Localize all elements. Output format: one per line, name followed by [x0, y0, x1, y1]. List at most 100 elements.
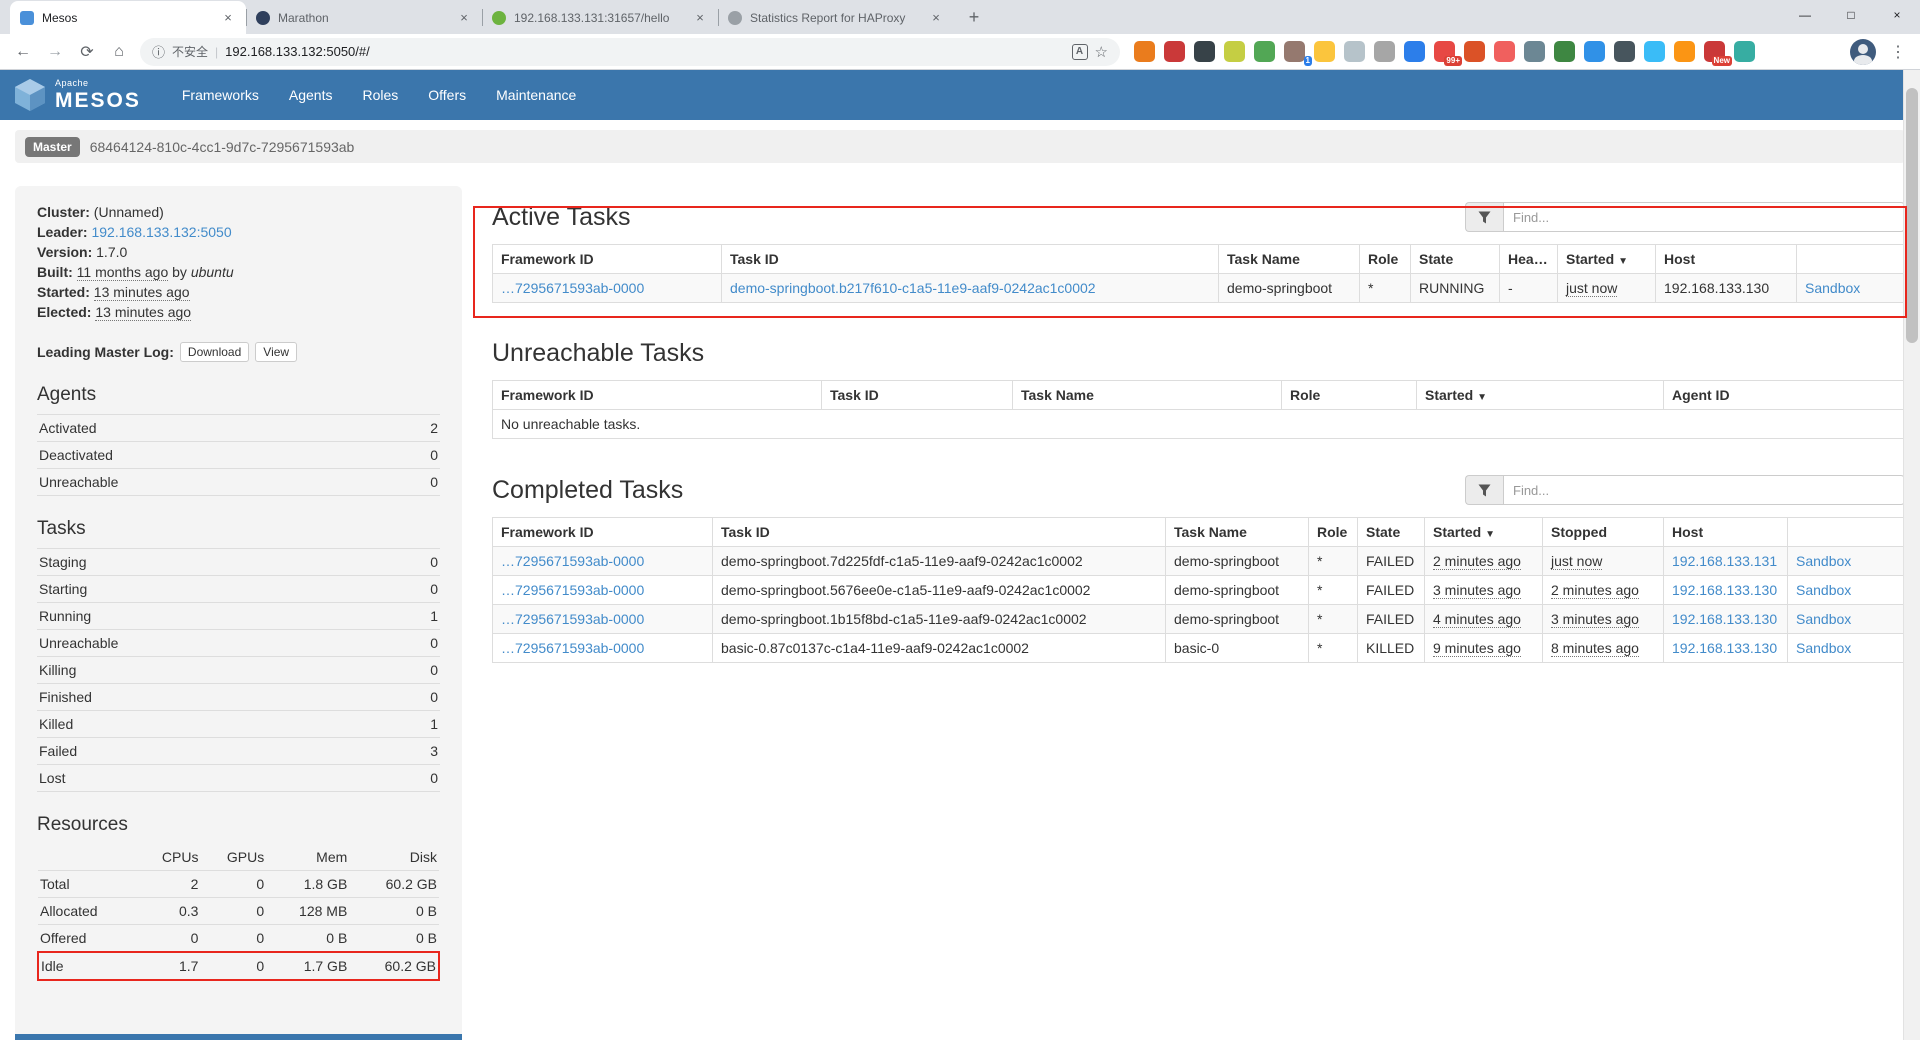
- extension-icon[interactable]: [1644, 41, 1665, 62]
- task-name-cell: demo-springboot: [1166, 605, 1309, 634]
- profile-avatar[interactable]: [1850, 39, 1876, 65]
- sandbox-link[interactable]: Sandbox: [1796, 553, 1851, 569]
- host-link[interactable]: 192.168.133.130: [1672, 582, 1777, 598]
- tab-hello-app[interactable]: 192.168.133.131:31657/hello ×: [482, 1, 718, 34]
- extension-icon[interactable]: [1584, 41, 1605, 62]
- col-started[interactable]: Started ▼: [1558, 245, 1656, 274]
- col-framework-id[interactable]: Framework ID: [493, 518, 713, 547]
- sandbox-link[interactable]: Sandbox: [1796, 640, 1851, 656]
- col-role[interactable]: Role: [1309, 518, 1358, 547]
- address-bar[interactable]: ⓘ 不安全 | 192.168.133.132:5050/#/ A ☆: [140, 38, 1120, 66]
- col-task-name[interactable]: Task Name: [1219, 245, 1360, 274]
- tab-close-icon[interactable]: ×: [692, 10, 708, 26]
- col-started[interactable]: Started ▼: [1425, 518, 1543, 547]
- tab-close-icon[interactable]: ×: [928, 10, 944, 26]
- col-task-id[interactable]: Task ID: [822, 381, 1013, 410]
- nav-item-offers[interactable]: Offers: [413, 70, 481, 120]
- tab-close-icon[interactable]: ×: [456, 10, 472, 26]
- bookmark-star-icon[interactable]: ☆: [1095, 43, 1108, 61]
- filter-icon[interactable]: [1465, 475, 1503, 505]
- extension-icon[interactable]: [1374, 41, 1395, 62]
- active-tasks-find-input[interactable]: [1503, 202, 1905, 232]
- extension-icon[interactable]: [1614, 41, 1635, 62]
- extension-icon[interactable]: [1404, 41, 1425, 62]
- col-agent-id[interactable]: Agent ID: [1664, 381, 1905, 410]
- close-icon[interactable]: ×: [1874, 0, 1920, 30]
- extension-icon[interactable]: [1254, 41, 1275, 62]
- tab-marathon[interactable]: Marathon ×: [246, 1, 482, 34]
- log-download-button[interactable]: Download: [180, 342, 249, 362]
- sandbox-link[interactable]: Sandbox: [1796, 582, 1851, 598]
- extension-icon[interactable]: 99+: [1434, 41, 1455, 62]
- col-framework-id[interactable]: Framework ID: [493, 245, 722, 274]
- col-health[interactable]: Health: [1500, 245, 1558, 274]
- extension-icon[interactable]: New: [1704, 41, 1725, 62]
- url-text[interactable]: 192.168.133.132:5050/#/: [225, 44, 1064, 59]
- translate-icon[interactable]: A: [1072, 44, 1088, 60]
- res-header: CPUs: [136, 844, 201, 871]
- task-id-link[interactable]: demo-springboot.b217f610-c1a5-11e9-aaf9-…: [730, 280, 1096, 296]
- filter-icon[interactable]: [1465, 202, 1503, 232]
- mesos-brand[interactable]: Apache MESOS: [14, 78, 141, 112]
- extension-icon[interactable]: [1734, 41, 1755, 62]
- started-cell: 3 minutes ago: [1433, 582, 1521, 599]
- framework-id-link[interactable]: …7295671593ab-0000: [501, 582, 644, 598]
- extension-icon[interactable]: [1194, 41, 1215, 62]
- refresh-icon[interactable]: ⟳: [72, 38, 102, 66]
- tab-mesos[interactable]: Mesos ×: [10, 1, 246, 34]
- col-state[interactable]: State: [1358, 518, 1425, 547]
- col-host[interactable]: Host: [1664, 518, 1788, 547]
- extension-icon[interactable]: [1164, 41, 1185, 62]
- res-value: 0 B: [266, 925, 349, 953]
- completed-tasks-find-input[interactable]: [1503, 475, 1905, 505]
- col-task-id[interactable]: Task ID: [713, 518, 1166, 547]
- framework-id-link[interactable]: …7295671593ab-0000: [501, 280, 644, 296]
- extension-icon[interactable]: [1344, 41, 1365, 62]
- nav-item-maintenance[interactable]: Maintenance: [481, 70, 591, 120]
- nav-item-frameworks[interactable]: Frameworks: [167, 70, 274, 120]
- host-link[interactable]: 192.168.133.130: [1672, 611, 1777, 627]
- extension-icon[interactable]: [1224, 41, 1245, 62]
- extension-icon[interactable]: [1494, 41, 1515, 62]
- extension-icon[interactable]: 1: [1284, 41, 1305, 62]
- framework-id-link[interactable]: …7295671593ab-0000: [501, 553, 644, 569]
- maximize-icon[interactable]: □: [1828, 0, 1874, 30]
- col-role[interactable]: Role: [1282, 381, 1417, 410]
- col-stopped[interactable]: Stopped: [1543, 518, 1664, 547]
- col-task-name[interactable]: Task Name: [1013, 381, 1282, 410]
- extension-icon[interactable]: [1554, 41, 1575, 62]
- scrollbar-thumb[interactable]: [1906, 88, 1918, 343]
- host-link[interactable]: 192.168.133.131: [1672, 553, 1777, 569]
- new-tab-button[interactable]: +: [960, 3, 988, 31]
- extension-icon[interactable]: [1524, 41, 1545, 62]
- col-role[interactable]: Role: [1360, 245, 1411, 274]
- sandbox-link[interactable]: Sandbox: [1805, 280, 1860, 296]
- tab-close-icon[interactable]: ×: [220, 10, 236, 26]
- page-info-icon[interactable]: ⓘ: [152, 42, 165, 61]
- back-icon[interactable]: ←: [8, 38, 38, 66]
- framework-id-link[interactable]: …7295671593ab-0000: [501, 611, 644, 627]
- col-state[interactable]: State: [1411, 245, 1500, 274]
- extension-icon[interactable]: [1674, 41, 1695, 62]
- col-task-name[interactable]: Task Name: [1166, 518, 1309, 547]
- tab-haproxy-stats[interactable]: Statistics Report for HAProxy ×: [718, 1, 954, 34]
- leader-link[interactable]: 192.168.133.132:5050: [91, 224, 231, 240]
- browser-menu-icon[interactable]: ⋮: [1888, 42, 1908, 62]
- home-icon[interactable]: ⌂: [104, 38, 134, 66]
- extension-icon[interactable]: [1314, 41, 1335, 62]
- col-started[interactable]: Started ▼: [1417, 381, 1664, 410]
- log-view-button[interactable]: View: [255, 342, 297, 362]
- minimize-icon[interactable]: —: [1782, 0, 1828, 30]
- col-framework-id[interactable]: Framework ID: [493, 381, 822, 410]
- sandbox-link[interactable]: Sandbox: [1796, 611, 1851, 627]
- scrollbar[interactable]: [1903, 70, 1920, 1040]
- nav-item-roles[interactable]: Roles: [347, 70, 413, 120]
- col-host[interactable]: Host: [1656, 245, 1797, 274]
- nav-item-agents[interactable]: Agents: [274, 70, 348, 120]
- extension-icon[interactable]: [1134, 41, 1155, 62]
- col-task-id[interactable]: Task ID: [722, 245, 1219, 274]
- extension-icon[interactable]: [1464, 41, 1485, 62]
- forward-icon[interactable]: →: [40, 38, 70, 66]
- framework-id-link[interactable]: …7295671593ab-0000: [501, 640, 644, 656]
- host-link[interactable]: 192.168.133.130: [1672, 640, 1777, 656]
